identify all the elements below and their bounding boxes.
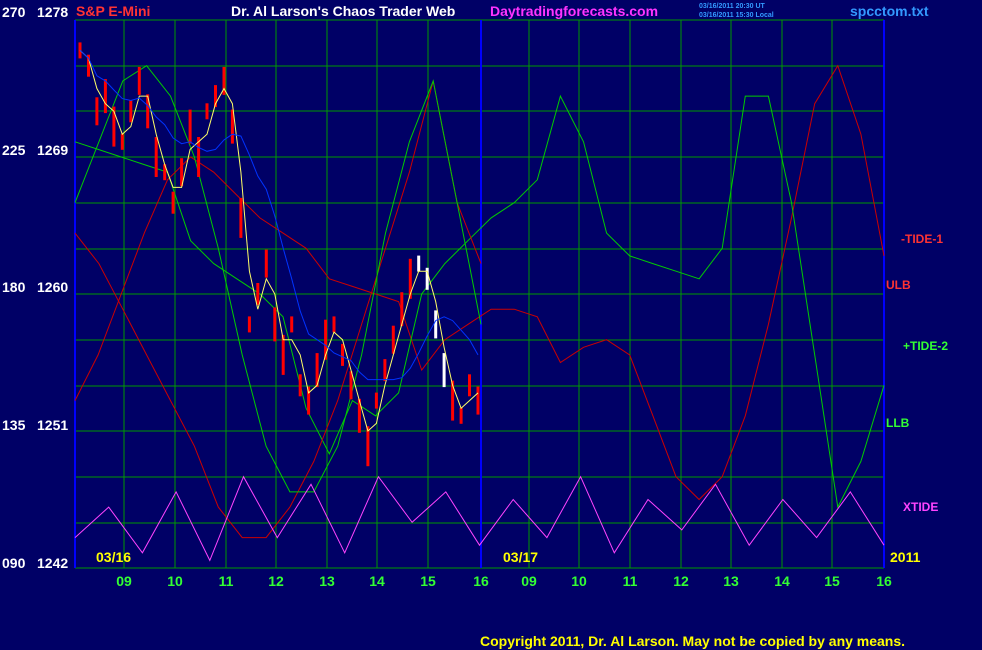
y-label-left-0: 270 [2, 4, 26, 20]
label-llb: LLB [886, 416, 910, 430]
filename-label: spcctom.txt [850, 3, 929, 19]
y-label-left-2: 180 [2, 279, 26, 295]
y-label-right-2: 1260 [37, 279, 68, 295]
x-tick-6: 15 [420, 573, 436, 589]
y-label-left-4: 090 [2, 555, 26, 571]
copyright-notice: Copyright 2011, Dr. Al Larson. May not b… [480, 633, 905, 649]
x-tick-2: 11 [219, 573, 234, 589]
x-tick-15: 16 [876, 573, 892, 589]
label-tide-1: -TIDE-1 [901, 232, 943, 246]
x-tick-12: 13 [723, 573, 739, 589]
y-label-right-0: 1278 [37, 4, 68, 20]
instrument-title: S&P E-Mini [76, 3, 150, 19]
x-tick-1: 10 [167, 573, 183, 589]
y-axis-labels: 270 1278 225 1269 180 1260 135 1251 090 1242 [2, 4, 68, 571]
label-ulb: ULB [886, 278, 911, 292]
x-tick-13: 14 [774, 573, 790, 589]
grid-lines [74, 19, 885, 569]
y-label-left-3: 135 [2, 417, 26, 433]
y-label-left-1: 225 [2, 142, 26, 158]
chart-title: Dr. Al Larson's Chaos Trader Web [231, 3, 455, 19]
x-tick-10: 11 [623, 573, 638, 589]
date-label-second: 03/17 [503, 549, 538, 565]
date-label-first: 03/16 [96, 549, 131, 565]
x-tick-14: 15 [824, 573, 840, 589]
label-xtide: XTIDE [903, 500, 938, 514]
timestamp-ut: 03/16/2011 20:30 UT [699, 3, 765, 10]
x-tick-7: 16 [473, 573, 489, 589]
series-layer [74, 42, 885, 562]
x-tick-5: 14 [369, 573, 385, 589]
fast-average-line [79, 50, 479, 432]
y-label-right-3: 1251 [37, 417, 68, 433]
year-label: 2011 [890, 549, 921, 565]
site-name: Daytradingforecasts.com [490, 3, 658, 19]
x-tick-3: 12 [268, 573, 284, 589]
y-label-right-1: 1269 [37, 142, 68, 158]
x-tick-8: 09 [521, 573, 537, 589]
series-llb [74, 94, 885, 509]
timestamp-local: 03/16/2011 15:30 Local [699, 12, 774, 19]
futures-chart: S&P E-Mini Dr. Al Larson's Chaos Trader … [2, 3, 948, 649]
x-axis-ticks: 09 10 11 12 13 14 15 16 09 10 11 12 13 14 15 16 [116, 573, 892, 589]
x-tick-4: 13 [319, 573, 335, 589]
series-xtide [74, 475, 885, 562]
x-tick-11: 12 [673, 573, 689, 589]
slow-average-line [79, 50, 479, 381]
series-ulb [74, 64, 885, 501]
x-tick-9: 10 [571, 573, 587, 589]
x-tick-0: 09 [116, 573, 132, 589]
y-label-right-4: 1242 [37, 555, 68, 571]
label-tide-2: +TIDE-2 [903, 339, 948, 353]
